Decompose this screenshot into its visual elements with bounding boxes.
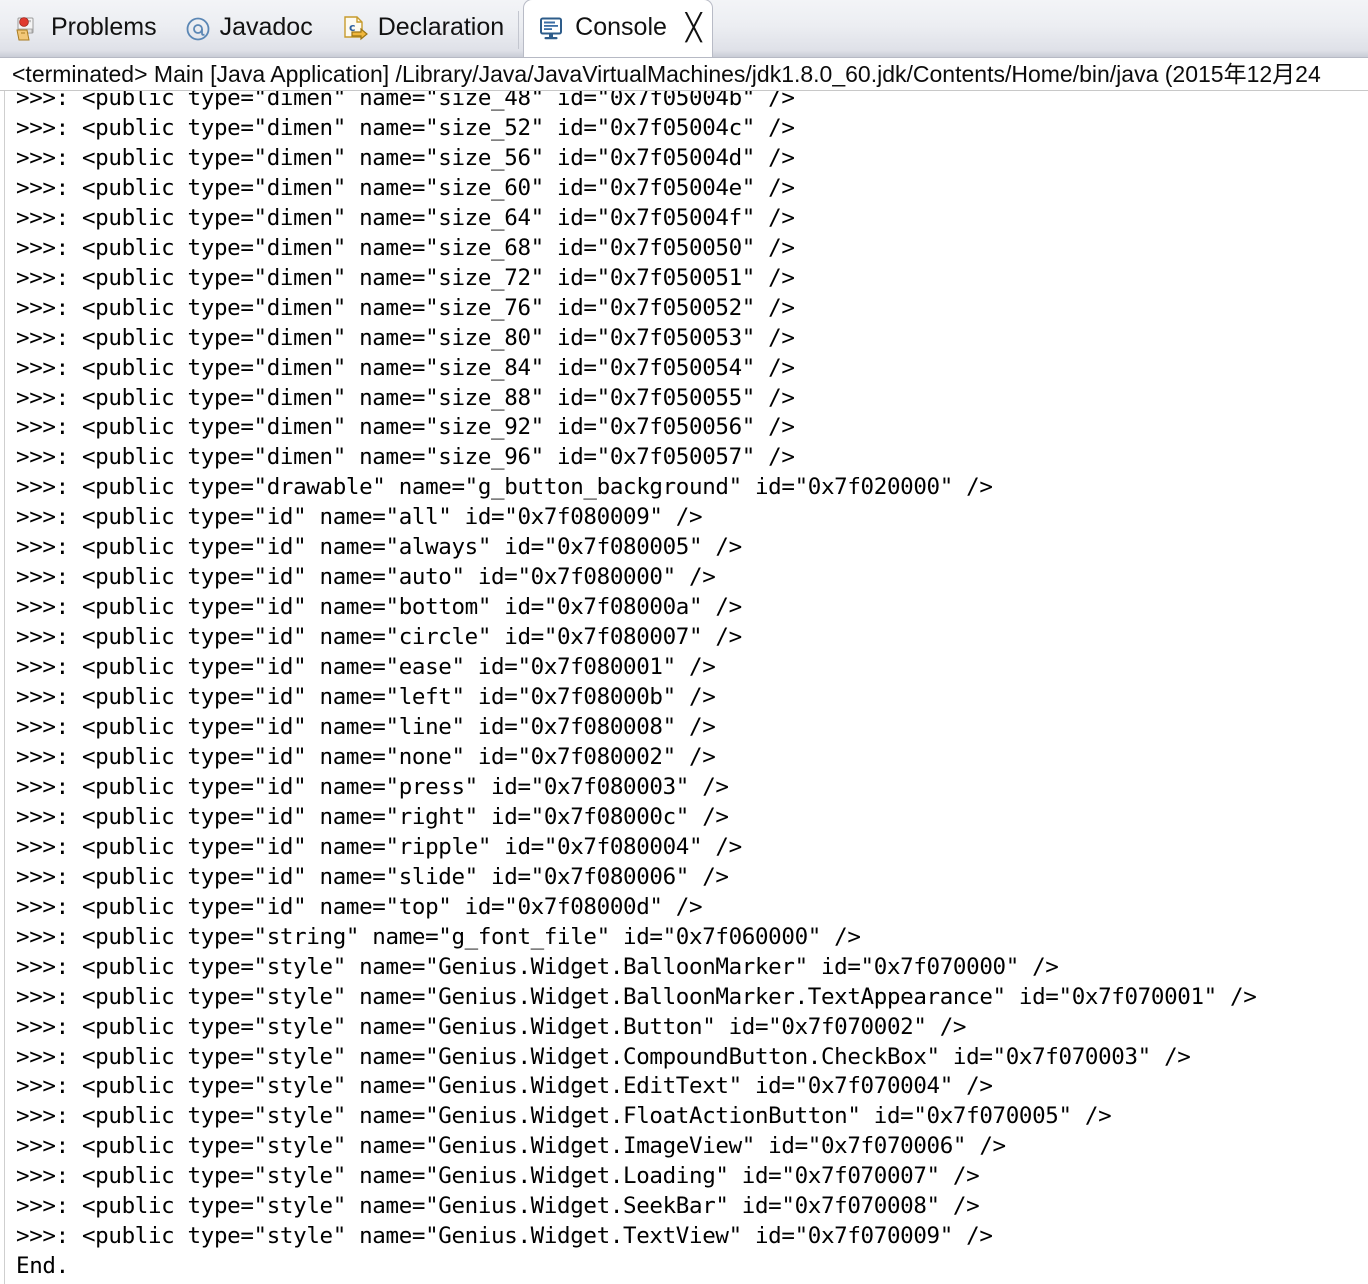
console-line: >>>: <public type="id" name="ripple" id=… <box>16 833 742 860</box>
console-line: >>>: <public type="style" name="Genius.W… <box>16 1193 980 1220</box>
console-line: >>>: <public type="style" name="Genius.W… <box>16 983 1257 1010</box>
console-line: >>>: <public type="dimen" name="size_96"… <box>16 444 795 471</box>
console-line: >>>: <public type="id" name="always" id=… <box>16 534 742 561</box>
console-line: >>>: <public type="id" name="right" id="… <box>16 803 729 830</box>
console-line: >>>: <public type="dimen" name="size_64"… <box>16 204 795 231</box>
tab-console-label: Console <box>575 13 667 41</box>
view-tab-bar: Problems Javadoc c Declaration Console ╳ <box>0 0 1368 58</box>
console-line: End. <box>16 1253 69 1280</box>
console-line: >>>: <public type="style" name="Genius.W… <box>16 1163 980 1190</box>
console-line: >>>: <public type="dimen" name="size_80"… <box>16 324 795 351</box>
console-line: >>>: <public type="dimen" name="size_68"… <box>16 234 795 261</box>
console-line: >>>: <public type="drawable" name="g_but… <box>16 474 993 501</box>
tab-javadoc[interactable]: Javadoc <box>171 0 327 57</box>
console-line: >>>: <public type="id" name="bottom" id=… <box>16 594 742 621</box>
console-lines: >>>: <public type="dimen" name="size_48"… <box>16 91 1368 1282</box>
console-line: >>>: <public type="id" name="auto" id="0… <box>16 564 716 591</box>
console-line: >>>: <public type="id" name="line" id="0… <box>16 714 716 741</box>
tab-declaration-label: Declaration <box>377 13 505 41</box>
problems-icon <box>14 15 42 43</box>
process-header-text: <terminated> Main [Java Application] /Li… <box>12 60 1321 87</box>
console-line: >>>: <public type="style" name="Genius.W… <box>16 1043 1191 1070</box>
tab-problems[interactable]: Problems <box>0 0 171 57</box>
console-line: >>>: <public type="style" name="Genius.W… <box>16 1013 967 1040</box>
tab-javadoc-label: Javadoc <box>219 13 313 41</box>
console-line: >>>: <public type="id" name="circle" id=… <box>16 624 742 651</box>
javadoc-icon <box>185 16 211 42</box>
close-icon[interactable]: ╳ <box>686 15 702 43</box>
console-line: >>>: <public type="id" name="slide" id="… <box>16 863 729 890</box>
tab-divider <box>518 11 520 49</box>
tab-declaration[interactable]: c Declaration <box>327 0 518 57</box>
console-icon <box>538 15 566 43</box>
console-line: >>>: <public type="style" name="Genius.W… <box>16 1223 993 1250</box>
declaration-icon: c <box>341 15 369 43</box>
console-line: >>>: <public type="id" name="all" id="0x… <box>16 504 703 531</box>
process-header-bar: <terminated> Main [Java Application] /Li… <box>0 58 1368 91</box>
console-line: >>>: <public type="dimen" name="size_76"… <box>16 294 795 321</box>
console-line: >>>: <public type="dimen" name="size_52"… <box>16 114 795 141</box>
console-line: >>>: <public type="id" name="press" id="… <box>16 773 729 800</box>
console-line: >>>: <public type="id" name="none" id="0… <box>16 743 716 770</box>
console-line: >>>: <public type="dimen" name="size_60"… <box>16 174 795 201</box>
console-line: >>>: <public type="dimen" name="size_88"… <box>16 384 795 411</box>
console-line: >>>: <public type="style" name="Genius.W… <box>16 953 1059 980</box>
console-line: >>>: <public type="string" name="g_font_… <box>16 923 861 950</box>
console-line: >>>: <public type="dimen" name="size_56"… <box>16 144 795 171</box>
console-line: >>>: <public type="style" name="Genius.W… <box>16 1103 1112 1130</box>
console-line: >>>: <public type="dimen" name="size_84"… <box>16 354 795 381</box>
console-line: >>>: <public type="style" name="Genius.W… <box>16 1133 1006 1160</box>
console-line: >>>: <public type="id" name="left" id="0… <box>16 684 716 711</box>
console-line: >>>: <public type="id" name="ease" id="0… <box>16 654 716 681</box>
console-line: >>>: <public type="id" name="top" id="0x… <box>16 893 703 920</box>
console-line: >>>: <public type="style" name="Genius.W… <box>16 1073 993 1100</box>
console-line: >>>: <public type="dimen" name="size_92"… <box>16 414 795 441</box>
tab-console[interactable]: Console ╳ <box>523 0 713 57</box>
console-line: >>>: <public type="dimen" name="size_72"… <box>16 264 795 291</box>
console-output-area[interactable]: >>>: <public type="dimen" name="size_48"… <box>0 91 1368 1284</box>
console-line: >>>: <public type="dimen" name="size_48"… <box>16 91 795 111</box>
tab-problems-label: Problems <box>51 13 157 41</box>
